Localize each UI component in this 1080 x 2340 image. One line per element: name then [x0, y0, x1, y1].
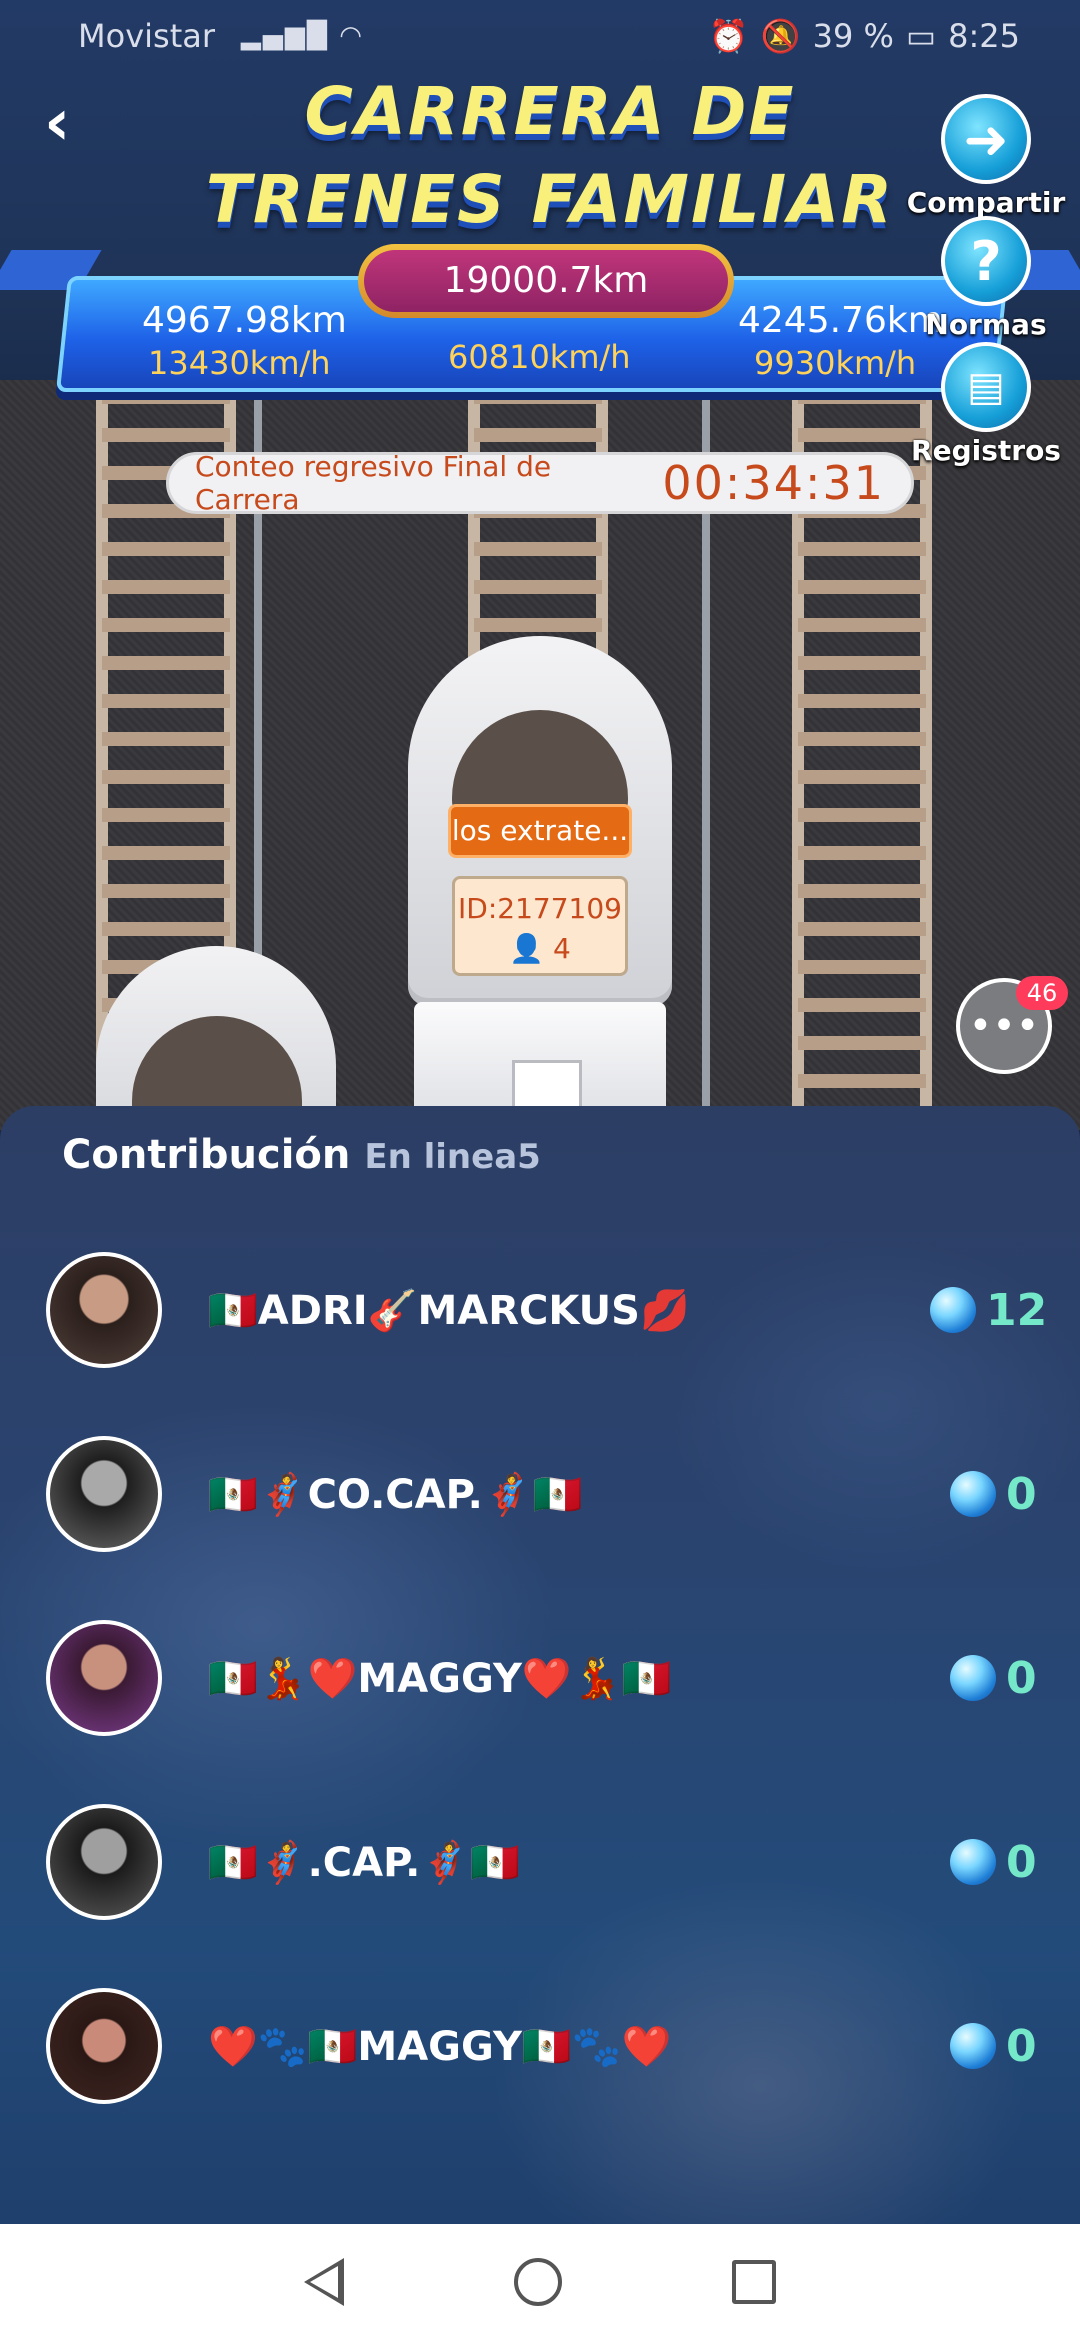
- countdown-bar: Conteo regresivo Final de Carrera 00:34:…: [166, 450, 914, 516]
- page-title: CARRERA DE TRENES FAMILIAR: [150, 68, 950, 244]
- list-item[interactable]: ❤️🐾🇲🇽MAGGY🇲🇽🐾❤️ 0: [0, 1986, 1080, 2106]
- chat-icon: •••: [968, 1003, 1040, 1049]
- countdown-label: Conteo regresivo Final de Carrera: [195, 450, 552, 516]
- total-distance: 19000.7km: [364, 250, 728, 312]
- avatar[interactable]: [46, 1988, 162, 2104]
- status-bar: Movistar ▂▄▆█ ◠ ⏰ 🔕 39 % ▭ 8:25: [0, 0, 1080, 72]
- battery-label: 39 %: [812, 17, 894, 55]
- carrier-label: Movistar: [78, 17, 215, 55]
- contribution-panel: Contribución En linea5 🇲🇽ADRI🎸MARCKUS💋 1…: [0, 1106, 1080, 2224]
- share-button[interactable]: ➜ Compartir: [906, 94, 1066, 219]
- list-item[interactable]: 🇲🇽🦸.CAP.🦸🇲🇽 0: [0, 1802, 1080, 1922]
- right-lane-speed: 9930km/h: [754, 344, 917, 382]
- title-line-1: CARRERA DE: [304, 73, 796, 150]
- user-name: 🇲🇽🦸CO.CAP.🦸🇲🇽: [208, 1471, 583, 1518]
- gem-icon: [950, 2023, 996, 2069]
- gem-icon: [930, 1287, 976, 1333]
- list-item[interactable]: 🇲🇽ADRI🎸MARCKUS💋 12: [0, 1250, 1080, 1370]
- user-name: 🇲🇽💃❤️MAGGY❤️💃🇲🇽: [208, 1655, 672, 1702]
- avatar[interactable]: [46, 1804, 162, 1920]
- system-nav-bar: [0, 2224, 1080, 2340]
- nav-back-icon[interactable]: [304, 2258, 344, 2306]
- avatar[interactable]: [46, 1252, 162, 1368]
- mute-icon: 🔕: [760, 17, 801, 55]
- user-points: 0: [1006, 1652, 1037, 1704]
- gem-icon: [950, 1839, 996, 1885]
- member-icon: 👤: [509, 932, 545, 965]
- countdown-time: 00:34:31: [662, 456, 885, 510]
- user-name: 🇲🇽🦸.CAP.🦸🇲🇽: [208, 1839, 520, 1886]
- nav-recents-icon[interactable]: [732, 2260, 776, 2304]
- total-distance-pill: 19000.7km: [358, 244, 734, 318]
- user-name: 🇲🇽ADRI🎸MARCKUS💋: [208, 1287, 690, 1334]
- rival-train: [96, 946, 336, 1130]
- center-lane-speed: 60810km/h: [448, 338, 631, 376]
- rules-button[interactable]: ? Normas: [906, 216, 1066, 341]
- user-points: 0: [1006, 1836, 1037, 1888]
- left-lane-speed: 13430km/h: [148, 344, 331, 382]
- user-points: 0: [1006, 2020, 1037, 2072]
- user-points: 12: [986, 1284, 1048, 1336]
- alarm-icon: ⏰: [708, 17, 749, 55]
- rules-label: Normas: [925, 308, 1047, 341]
- train-name: los extrate...: [448, 804, 632, 858]
- train-id-box: ID:2177109 👤 4: [452, 876, 628, 976]
- help-icon: ?: [941, 216, 1031, 306]
- title-line-2: TRENES FAMILIAR: [205, 161, 895, 238]
- nav-home-icon[interactable]: [514, 2258, 562, 2306]
- back-icon[interactable]: ‹: [44, 88, 104, 158]
- user-points: 0: [1006, 1468, 1037, 1520]
- gem-icon: [950, 1655, 996, 1701]
- left-lane-distance: 4967.98km: [142, 300, 347, 341]
- share-icon: ➜: [941, 94, 1031, 184]
- avatar[interactable]: [46, 1620, 162, 1736]
- records-icon: ▤: [941, 342, 1031, 432]
- panel-title: Contribución: [62, 1132, 351, 1178]
- clock: 8:25: [948, 17, 1020, 55]
- avatar[interactable]: [46, 1436, 162, 1552]
- list-item[interactable]: 🇲🇽💃❤️MAGGY❤️💃🇲🇽 0: [0, 1618, 1080, 1738]
- battery-icon: ▭: [905, 17, 937, 55]
- online-count: En linea5: [364, 1137, 541, 1177]
- panel-header: Contribución En linea5: [62, 1132, 541, 1178]
- user-name: ❤️🐾🇲🇽MAGGY🇲🇽🐾❤️: [208, 2023, 672, 2070]
- records-button[interactable]: ▤ Registros: [906, 342, 1066, 467]
- share-label: Compartir: [906, 186, 1066, 219]
- player-train[interactable]: los extrate... ID:2177109 👤 4: [408, 636, 672, 1130]
- train-members: 👤 4: [455, 929, 625, 969]
- gem-icon: [950, 1471, 996, 1517]
- race-scene: Movistar ▂▄▆█ ◠ ⏰ 🔕 39 % ▭ 8:25 ‹ CARRER…: [0, 0, 1080, 1130]
- signal-icon: ▂▄▆█ ◠: [241, 21, 364, 51]
- list-item[interactable]: 🇲🇽🦸CO.CAP.🦸🇲🇽 0: [0, 1434, 1080, 1554]
- train-member-count: 4: [552, 932, 571, 965]
- train-id: ID:2177109: [458, 892, 622, 925]
- records-label: Registros: [911, 434, 1061, 467]
- chat-badge: 46: [1016, 976, 1068, 1010]
